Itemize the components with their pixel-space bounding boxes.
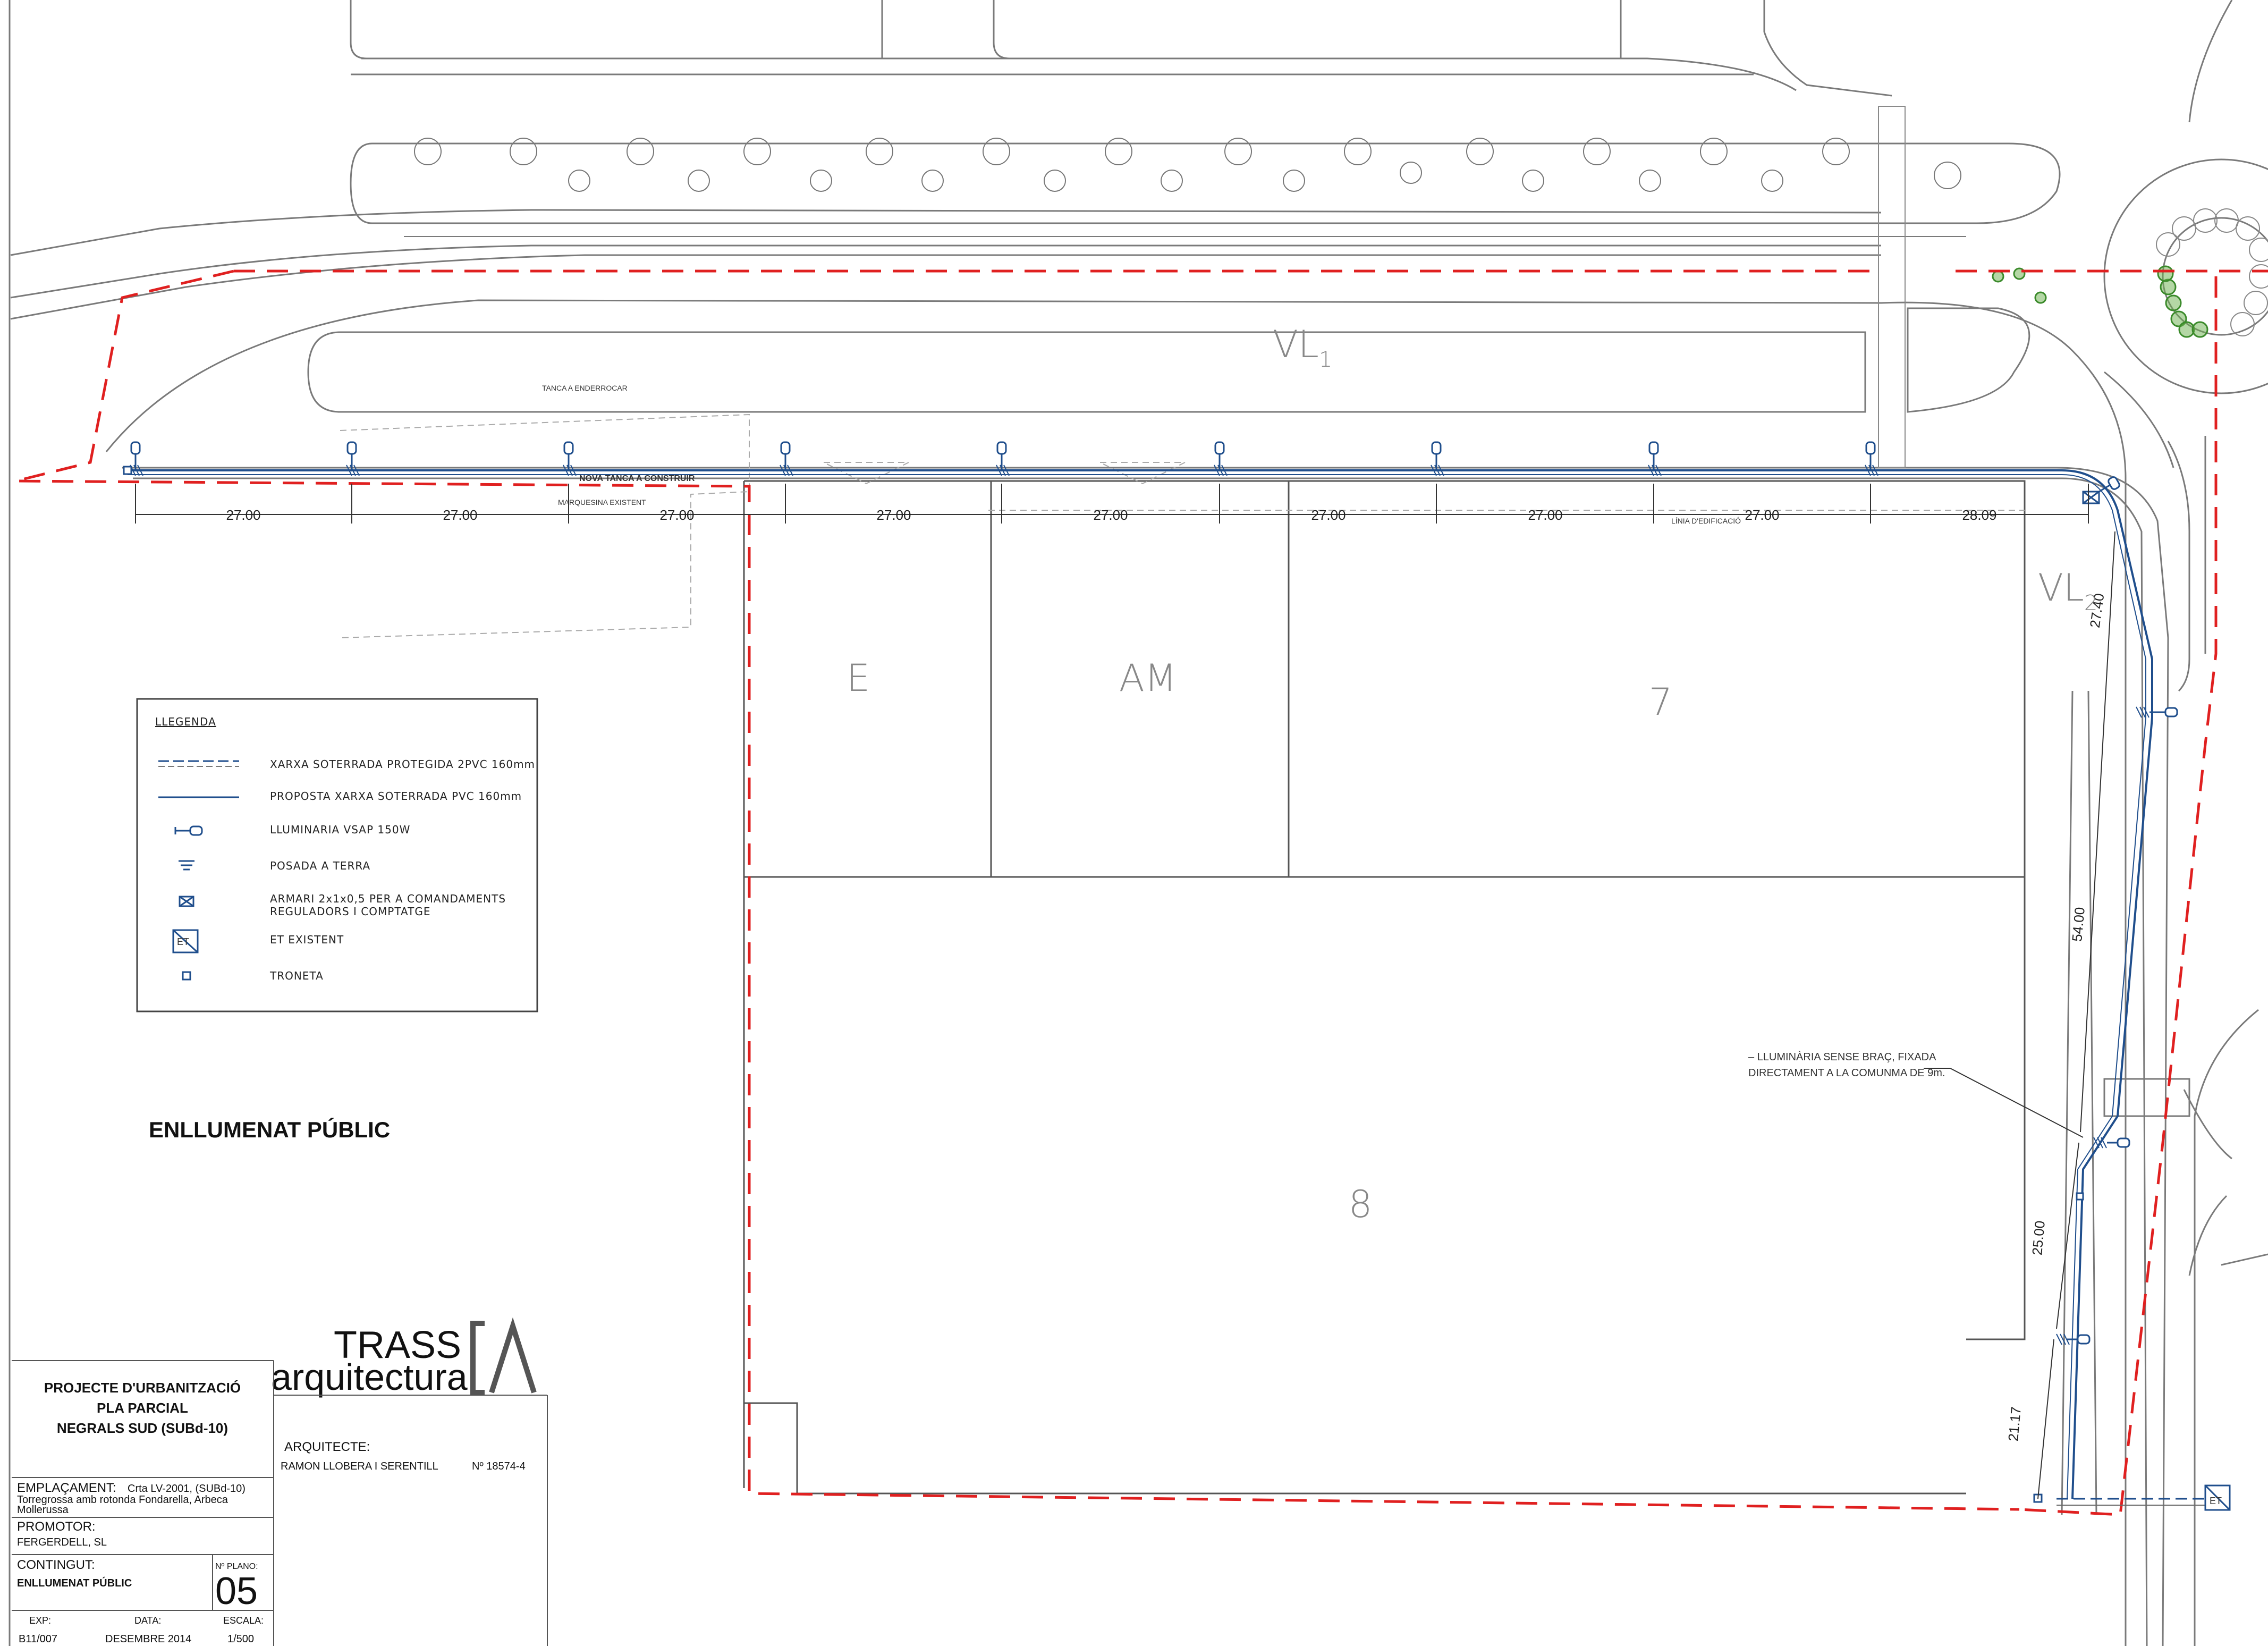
svg-text:ET: ET — [2210, 1496, 2222, 1506]
dim-h-6: 27.00 — [1311, 507, 1345, 523]
zone-vl1: VL1 — [1273, 323, 1332, 372]
trass-logo: TRASS arquitectura — [271, 1317, 537, 1398]
emplacament-label: EMPLAÇAMENT: — [17, 1481, 116, 1495]
lot-am: AM — [1119, 656, 1177, 700]
label-nova-tanca: NOVA TANCA A CONSTRUIR — [579, 474, 695, 483]
data-label: DATA: — [134, 1615, 161, 1626]
dim-h-7: 27.00 — [1528, 507, 1562, 523]
legend-item-4: POSADA A TERRA — [270, 859, 370, 872]
existing-transformer-icon: ET — [2204, 1484, 2231, 1511]
promotor-value: FERGERDELL, SL — [17, 1537, 107, 1548]
luminaire-12 — [2107, 1137, 2130, 1148]
escala-label: ESCALA: — [223, 1615, 264, 1626]
label-marquesina: MARQUESINA EXISTENT — [558, 498, 646, 507]
dim-h-3: 27.00 — [659, 507, 694, 523]
dim-h-5: 27.00 — [1093, 507, 1128, 523]
legend-item-3: LLUMINARIA VSAP 150W — [270, 823, 410, 836]
dim-v-2: 54.00 — [2069, 906, 2088, 942]
dim-v-4: 21.17 — [2005, 1406, 2024, 1441]
data-value: DESEMBRE 2014 — [105, 1633, 191, 1645]
title-block-text: PROJECTE D'URBANITZACIÓ PLA PARCIAL NEGR… — [17, 1380, 526, 1645]
project-line-1: PROJECTE D'URBANITZACIÓ — [44, 1380, 241, 1396]
project-line-3: NEGRALS SUD (SUBd-10) — [57, 1420, 228, 1436]
note-line-2: DIRECTAMENT A LA COMUNMA DE 9m. — [1748, 1067, 1945, 1079]
lot-e: E — [847, 656, 870, 700]
label-tanca-enderrocar: TANCA A ENDERROCAR — [542, 384, 628, 392]
urban-plan-drawing: ET 27.00 27.00 27.00 27.00 27.00 27.00 2… — [9, 0, 2268, 1646]
legend-cabinet-icon — [179, 896, 194, 907]
escala-value: 1/500 — [227, 1633, 254, 1645]
zone-vl2: VL2 — [2038, 566, 2097, 615]
project-line-2: PLA PARCIAL — [97, 1400, 188, 1416]
emplacament-value-3: Mollerussa — [17, 1504, 69, 1516]
dim-h-1: 27.00 — [226, 507, 260, 523]
legend-item-1: XARXA SOTERRADA PROTEGIDA 2PVC 160mm — [270, 758, 535, 771]
dim-h-9: 28.09 — [1962, 507, 1996, 523]
zone-labels: VL1 VL2 E AM 7 8 — [847, 323, 2097, 1226]
emplacament-value-1: Crta LV-2001, (SUBd-10) — [128, 1483, 246, 1495]
luminaire-13 — [2067, 1334, 2091, 1345]
control-cabinet-icon — [2082, 491, 2100, 504]
legend-item-7: TRONETA — [269, 969, 324, 982]
legend-item-5: ARMARI 2x1x0,5 PER A COMANDAMENTS — [270, 892, 506, 905]
legend-manhole-icon — [182, 971, 191, 981]
dim-v-3: 25.00 — [2029, 1220, 2048, 1255]
lot-8: 8 — [1349, 1183, 1373, 1226]
contingut-value: ENLLUMENAT PÚBLIC — [17, 1576, 132, 1589]
lot-7: 7 — [1649, 680, 1673, 724]
roundabout-planting — [1992, 265, 2208, 338]
legend-item-5b: REGULADORS I COMPTATGE — [270, 905, 430, 918]
promotor-label: PROMOTOR: — [17, 1520, 96, 1534]
legend-title: LLEGENDA — [155, 715, 216, 728]
arquitecte-label: ARQUITECTE: — [284, 1440, 370, 1454]
contingut-label: CONTINGUT: — [17, 1558, 95, 1572]
legend-item-6: ET EXISTENT — [270, 933, 344, 946]
legend-et-icon: ET — [172, 929, 199, 953]
colegiat-number: Nº 18574-4 — [472, 1461, 526, 1472]
logo-brand-bottom: arquitectura — [271, 1356, 468, 1398]
note-line-1: – LLUMINÀRIA SENSE BRAÇ, FIXADA — [1748, 1051, 1936, 1063]
exp-value: B11/007 — [19, 1633, 57, 1645]
luminaire-11 — [2149, 707, 2178, 718]
plano-value: 05 — [215, 1570, 258, 1613]
legend-item-2: PROPOSTA XARXA SOTERRADA PVC 160mm — [270, 790, 522, 803]
svg-text:ET: ET — [177, 936, 189, 947]
trees — [414, 138, 1961, 192]
drawing-title: ENLLUMENAT PÚBLIC — [149, 1117, 390, 1142]
arquitecte-name: RAMON LLOBERA I SERENTILL — [281, 1461, 438, 1472]
label-linia-edificacio: LÍNIA D'EDIFICACIÓ — [1671, 517, 1741, 525]
dim-h-4: 27.00 — [876, 507, 911, 523]
legend: LLEGENDA ET XARXA SOTERRADA PROTEGIDA 2P… — [136, 698, 538, 1012]
dim-h-8: 27.00 — [1745, 507, 1779, 523]
annotations: NOVA TANCA A CONSTRUIR TANCA A ENDERROCA… — [542, 384, 1945, 1079]
dim-h-2: 27.00 — [443, 507, 477, 523]
exp-label: EXP: — [29, 1615, 51, 1626]
